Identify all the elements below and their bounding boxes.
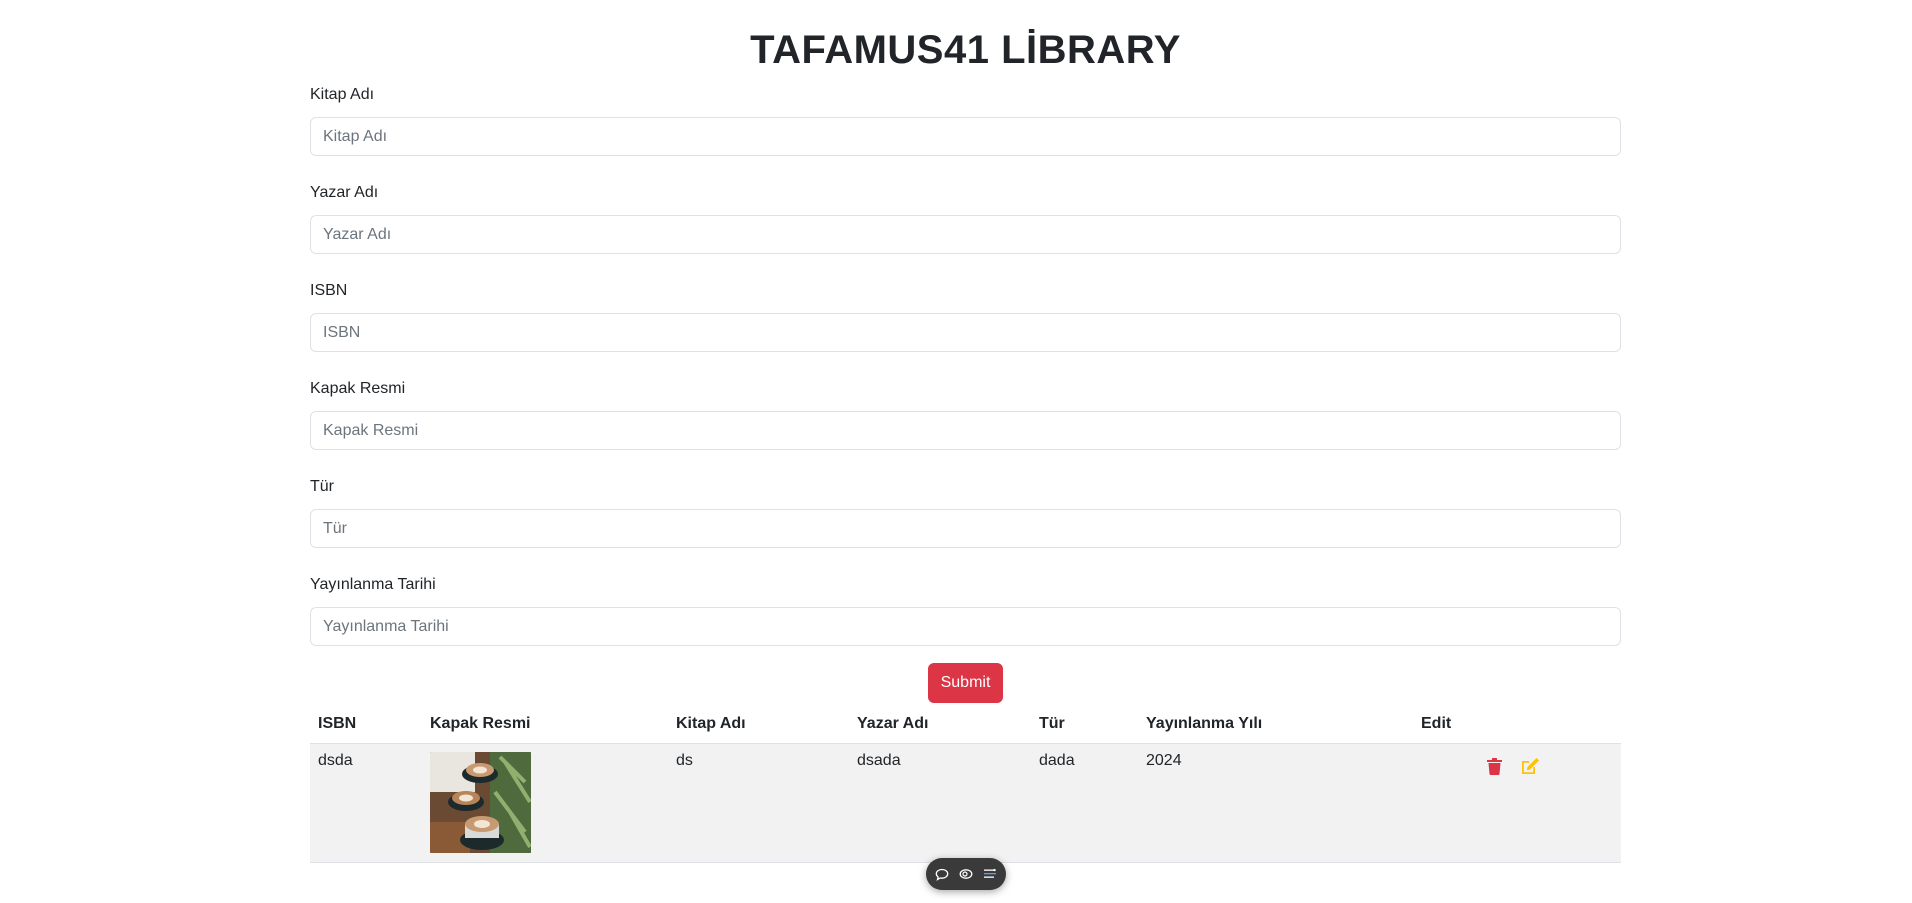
tur-input[interactable] xyxy=(310,509,1621,548)
pencil-square-icon[interactable] xyxy=(1519,755,1541,777)
list-settings-icon[interactable] xyxy=(982,866,998,882)
header-kitap-adi: Kitap Adı xyxy=(668,705,849,744)
isbn-label: ISBN xyxy=(310,282,348,299)
yazar-adi-group: Yazar Adı xyxy=(310,182,1621,254)
kapak-resmi-group: Kapak Resmi xyxy=(310,378,1621,450)
coffee-cups-image xyxy=(430,752,531,853)
header-kapak-resmi: Kapak Resmi xyxy=(422,705,668,744)
cell-yayinlanma-yili: 2024 xyxy=(1138,743,1413,863)
main-container: TAFAMUS41 LİBRARY Kitap Adı Yazar Adı IS… xyxy=(310,0,1621,863)
comment-icon[interactable] xyxy=(934,866,950,882)
isbn-input[interactable] xyxy=(310,313,1621,352)
cell-kitap-adi: ds xyxy=(668,743,849,863)
kapak-resmi-input[interactable] xyxy=(310,411,1621,450)
cell-tur: dada xyxy=(1031,743,1138,863)
kitap-adi-label: Kitap Adı xyxy=(310,86,375,103)
yazar-adi-input[interactable] xyxy=(310,215,1621,254)
books-table: ISBN Kapak Resmi Kitap Adı Yazar Adı Tür… xyxy=(310,705,1621,863)
row-actions xyxy=(1483,755,1541,777)
cell-kapak-resmi xyxy=(422,743,668,863)
header-isbn: ISBN xyxy=(310,705,422,744)
table-header-row: ISBN Kapak Resmi Kitap Adı Yazar Adı Tür… xyxy=(310,705,1621,744)
yayinlanma-tarihi-group: Yayınlanma Tarihi xyxy=(310,574,1621,646)
submit-wrap: Submit xyxy=(310,663,1621,703)
floating-toolbar xyxy=(926,858,1006,890)
submit-button[interactable]: Submit xyxy=(927,663,1004,703)
cell-isbn: dsda xyxy=(310,743,422,863)
kitap-adi-input[interactable] xyxy=(310,117,1621,156)
yayinlanma-tarihi-label: Yayınlanma Tarihi xyxy=(310,576,436,593)
cell-edit xyxy=(1413,743,1621,863)
eye-icon[interactable] xyxy=(958,866,974,882)
tur-label: Tür xyxy=(310,478,334,495)
header-yayinlanma-yili: Yayınlanma Yılı xyxy=(1138,705,1413,744)
kapak-resmi-label: Kapak Resmi xyxy=(310,380,406,397)
header-yazar-adi: Yazar Adı xyxy=(849,705,1031,744)
book-form: Kitap Adı Yazar Adı ISBN Kapak Resmi Tür… xyxy=(310,84,1621,703)
cell-yazar-adi: dsada xyxy=(849,743,1031,863)
tur-group: Tür xyxy=(310,476,1621,548)
header-edit: Edit xyxy=(1413,705,1621,744)
trash-icon[interactable] xyxy=(1483,755,1505,777)
header-tur: Tür xyxy=(1031,705,1138,744)
yazar-adi-label: Yazar Adı xyxy=(310,184,379,201)
yayinlanma-tarihi-input[interactable] xyxy=(310,607,1621,646)
isbn-group: ISBN xyxy=(310,280,1621,352)
table-row: dsda ds dsada dada 2024 xyxy=(310,743,1621,863)
kitap-adi-group: Kitap Adı xyxy=(310,84,1621,156)
